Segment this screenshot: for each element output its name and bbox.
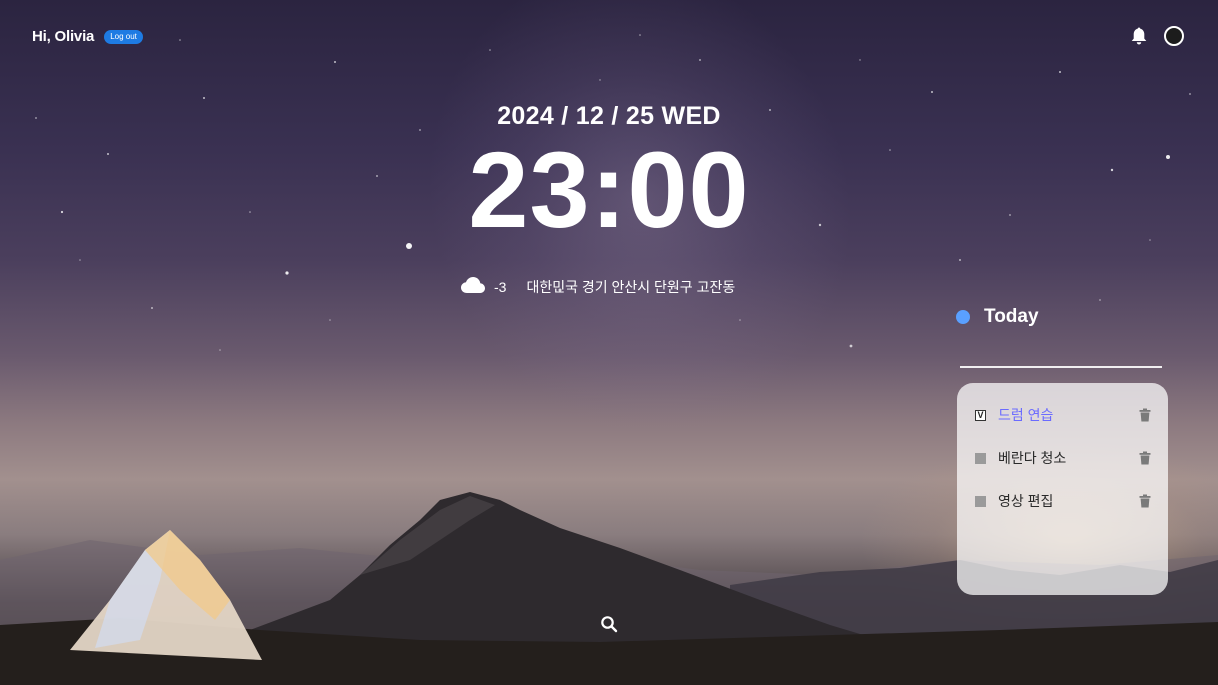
todo-checkbox[interactable] (975, 452, 986, 464)
today-title: Today (984, 306, 1039, 327)
todo-item[interactable]: 베란다 청소 (975, 447, 1151, 469)
today-header: Today (956, 306, 1039, 328)
trash-icon[interactable] (1139, 408, 1151, 422)
date-display: 2024 / 12 / 25 WED (497, 102, 721, 130)
trash-icon[interactable] (1139, 451, 1151, 465)
greeting-text: Hi, Olivia (32, 28, 95, 45)
temperature: -3 (494, 278, 507, 295)
todo-list-panel: V 드럼 연습 베란다 청소 영상 편집 (957, 383, 1168, 595)
trash-icon[interactable] (1139, 494, 1151, 508)
logout-button[interactable]: Log out (104, 29, 143, 44)
todo-input[interactable] (960, 350, 1162, 368)
search-icon[interactable] (600, 615, 618, 638)
greeting-area: Hi, Olivia Log out (32, 28, 143, 45)
screen: Hi, Olivia Log out 2024 / 12 / 25 WED 23… (0, 0, 1218, 685)
todo-label: 드럼 연습 (998, 407, 1054, 423)
weather-info: -3 대한민국 경기 안산시 단원구 고잔동 (460, 276, 735, 297)
todo-label: 베란다 청소 (998, 450, 1067, 466)
todo-item[interactable]: V 드럼 연습 (975, 404, 1151, 426)
todo-checkbox[interactable]: V (975, 409, 986, 421)
top-right-controls (1130, 26, 1184, 46)
todo-label: 영상 편집 (998, 493, 1054, 509)
time-display: 23:00 (468, 129, 750, 250)
todo-checkbox[interactable] (975, 495, 986, 507)
bell-icon[interactable] (1130, 26, 1148, 46)
cloud-icon (460, 276, 486, 297)
todo-item[interactable]: 영상 편집 (975, 490, 1151, 512)
today-dot-icon (956, 310, 970, 324)
location: 대한민국 경기 안산시 단원구 고잔동 (526, 278, 736, 295)
profile-icon[interactable] (1164, 26, 1184, 46)
